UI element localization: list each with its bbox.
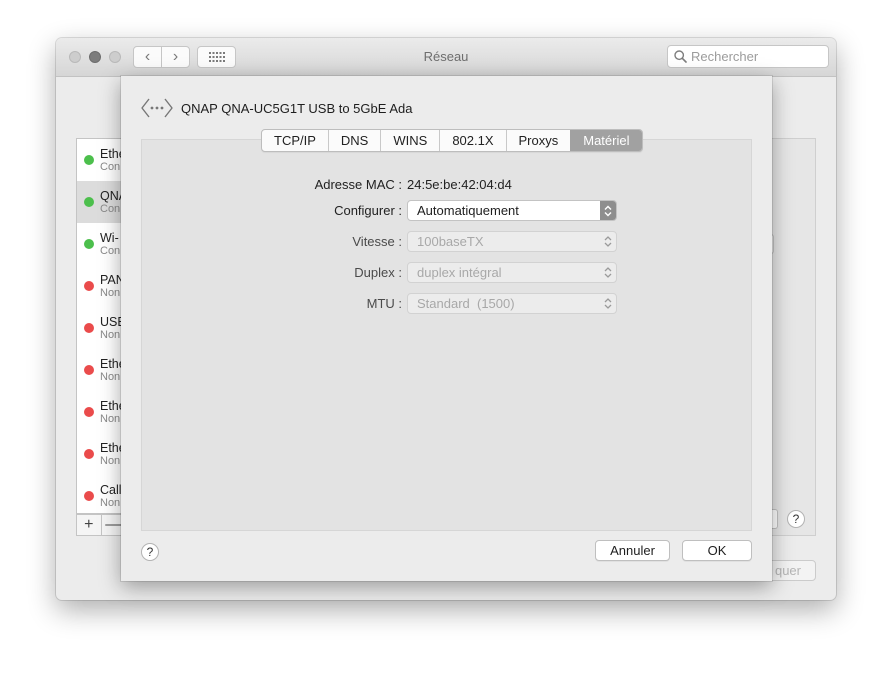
status-dot-icon [84, 323, 94, 333]
status-dot-icon [84, 449, 94, 459]
configure-label: Configurer : [334, 203, 402, 218]
service-status: Non [100, 455, 121, 467]
service-status: Con [100, 203, 121, 215]
status-dot-icon [84, 155, 94, 165]
configure-popup[interactable]: Automatiquement [407, 200, 617, 221]
duplex-popup: duplex intégral [407, 262, 617, 283]
background-advanced-button-edge [771, 509, 778, 529]
status-dot-icon [84, 407, 94, 417]
background-help-button[interactable]: ? [787, 510, 805, 528]
search-field[interactable] [667, 45, 829, 68]
sheet-header: QNAP QNA-UC5G1T USB to 5GbE Ada [141, 96, 412, 120]
service-list-item[interactable]: Wi- Con [77, 223, 126, 265]
service-status: Non [100, 329, 121, 341]
duplex-label: Duplex : [354, 265, 402, 280]
mtu-label: MTU : [366, 296, 402, 311]
settings-tabs: TCP/IP DNS WINS 802.1X Proxys Matériel [261, 129, 643, 152]
mtu-popup: Standard (1500) [407, 293, 617, 314]
search-input[interactable] [691, 49, 821, 64]
service-list-item[interactable]: Ethe Non [77, 433, 126, 475]
speed-label: Vitesse : [352, 234, 402, 249]
services-list-toolbar: + — [76, 514, 126, 536]
speed-value: 100baseTX [417, 234, 484, 249]
tab-dns[interactable]: DNS [327, 130, 380, 151]
help-button[interactable]: ? [141, 543, 159, 561]
mac-address-value: 24:5e:be:42:04:d4 [407, 177, 512, 192]
configure-value: Automatiquement [417, 203, 519, 218]
service-status: Con [100, 245, 121, 257]
popup-arrows-icon [604, 236, 612, 247]
cancel-button[interactable]: Annuler [595, 540, 670, 561]
popup-arrows-icon [604, 298, 612, 309]
tab-wins[interactable]: WINS [380, 130, 439, 151]
tab-proxys[interactable]: Proxys [505, 130, 571, 151]
search-icon [674, 50, 687, 63]
service-status: Non [100, 371, 121, 383]
title-bar: ‹ › Réseau [56, 38, 836, 77]
service-list-item[interactable]: USB Non [77, 307, 126, 349]
service-name: Wi- [100, 231, 119, 245]
tab-mat-riel[interactable]: Matériel [570, 130, 642, 151]
ethernet-icon [141, 98, 173, 118]
status-dot-icon [84, 365, 94, 375]
ok-button[interactable]: OK [682, 540, 752, 561]
service-list-item[interactable]: Call Non [77, 475, 126, 513]
service-list-item[interactable]: Ethe Con [77, 139, 126, 181]
advanced-settings-sheet: QNAP QNA-UC5G1T USB to 5GbE Ada TCP/IP DN… [121, 76, 772, 581]
status-dot-icon [84, 281, 94, 291]
popup-arrows-icon [600, 201, 616, 220]
status-dot-icon [84, 491, 94, 501]
duplex-value: duplex intégral [417, 265, 502, 280]
mac-address-label: Adresse MAC : [314, 177, 402, 192]
mtu-value: Standard (1500) [417, 296, 515, 311]
status-dot-icon [84, 239, 94, 249]
status-dot-icon [84, 197, 94, 207]
service-list-item[interactable]: PAN Non [77, 265, 126, 307]
service-status: Con [100, 161, 121, 173]
service-list-item[interactable]: QNA Con [77, 181, 126, 223]
speed-popup: 100baseTX [407, 231, 617, 252]
service-list-item[interactable]: Ethe Non [77, 349, 126, 391]
service-status: Non [100, 287, 121, 299]
service-name: Call [100, 483, 122, 497]
interface-name: QNAP QNA-UC5G1T USB to 5GbE Ada [181, 100, 413, 116]
tab-802-1x[interactable]: 802.1X [439, 130, 505, 151]
services-list: Ethe Con QNA Con Wi- Con PAN Non USB Non Ethe Non Et… [76, 138, 126, 514]
popup-arrows-icon [604, 267, 612, 278]
tab-tcp-ip[interactable]: TCP/IP [262, 130, 328, 151]
hardware-tab-panel: Adresse MAC : 24:5e:be:42:04:d4 Configur… [141, 139, 752, 531]
add-service-button[interactable]: + [77, 515, 102, 535]
service-status: Non [100, 413, 121, 425]
service-list-item[interactable]: Ethe Non [77, 391, 126, 433]
service-status: Non [100, 497, 121, 509]
